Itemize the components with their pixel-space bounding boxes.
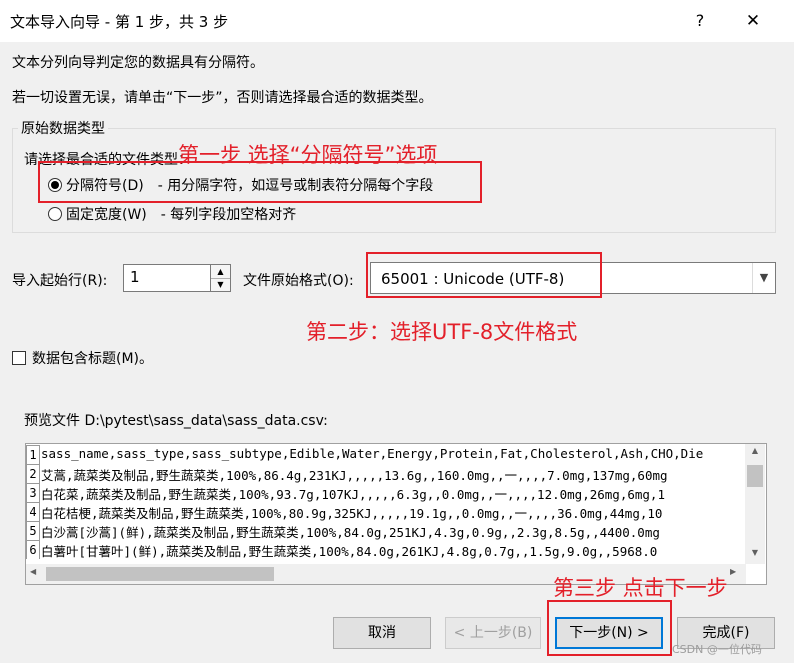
help-icon[interactable]: ? <box>685 9 715 33</box>
row-number: 4 <box>26 502 40 521</box>
radio-description: - 每列字段加空格对齐 <box>160 207 297 223</box>
start-row-label: 导入起始行(R): <box>12 273 108 289</box>
radio-fixed-width[interactable]: 固定宽度(W) - 每列字段加空格对齐 <box>48 204 296 224</box>
headers-checkbox[interactable] <box>12 351 26 365</box>
close-icon[interactable]: ✕ <box>738 9 768 33</box>
vertical-scroll-thumb[interactable] <box>747 465 763 487</box>
spin-up-icon[interactable]: ▲ <box>211 265 230 279</box>
spin-down-icon[interactable]: ▼ <box>211 278 230 291</box>
watermark: CSDN @一位代码 <box>672 643 762 656</box>
chevron-down-icon[interactable]: ▼ <box>752 263 775 293</box>
scroll-down-icon[interactable]: ▼ <box>745 548 765 557</box>
preview-row: 3 白花菜,蔬菜类及制品,野生蔬菜类,100%,93.7g,107KJ,,,,,… <box>26 483 746 502</box>
group-legend: 原始数据类型 <box>18 118 108 138</box>
row-text: sass_name,sass_type,sass_subtype,Edible,… <box>41 446 704 461</box>
scroll-up-icon[interactable]: ▲ <box>745 446 765 455</box>
row-text: 白薯叶[甘薯叶](鲜),蔬菜类及制品,野生蔬菜类,100%,84.0g,261K… <box>41 544 658 559</box>
vertical-scrollbar[interactable]: ▲ ▼ <box>745 444 765 564</box>
preview-row: 6 白薯叶[甘薯叶](鲜),蔬菜类及制品,野生蔬菜类,100%,84.0g,26… <box>26 540 746 559</box>
row-text: 白花菜,蔬菜类及制品,野生蔬菜类,100%,93.7g,107KJ,,,,,6.… <box>41 487 665 502</box>
row-number: 1 <box>26 445 40 464</box>
row-text: 艾蒿,蔬菜类及制品,野生蔬菜类,100%,86.4g,231KJ,,,,,13.… <box>41 468 668 483</box>
title-bar: 文本导入向导 - 第 1 步，共 3 步 ? ✕ <box>0 0 794 42</box>
headers-checkbox-label: 数据包含标题(M)。 <box>32 351 154 367</box>
headers-checkbox-row[interactable]: 数据包含标题(M)。 <box>12 348 153 368</box>
row-text: 白花桔梗,蔬菜类及制品,野生蔬菜类,100%,80.9g,325KJ,,,,,1… <box>41 506 663 521</box>
file-origin-label: 文件原始格式(O): <box>243 273 354 289</box>
preview-row: 1 sass_name,sass_type,sass_subtype,Edibl… <box>26 445 746 464</box>
row-number: 2 <box>26 464 40 483</box>
annotation-step3: 第三步 点击下一步 <box>553 576 728 600</box>
radio-label: 固定宽度(W) <box>66 207 147 223</box>
scroll-left-icon[interactable]: ◀ <box>30 567 36 576</box>
window-title: 文本导入向导 - 第 1 步，共 3 步 <box>10 13 229 31</box>
row-text: 白沙蒿[沙蒿](鲜),蔬菜类及制品,野生蔬菜类,100%,84.0g,251KJ… <box>41 525 660 540</box>
cancel-button[interactable]: 取消 <box>333 617 431 649</box>
annotation-box-step2 <box>366 252 602 298</box>
preview-row: 4 白花桔梗,蔬菜类及制品,野生蔬菜类,100%,80.9g,325KJ,,,,… <box>26 502 746 521</box>
intro-text-1: 文本分列向导判定您的数据具有分隔符。 <box>12 55 264 71</box>
start-row-input[interactable]: 1 <box>123 264 211 292</box>
annotation-step1: 第一步 选择“分隔符号”选项 <box>178 143 438 167</box>
start-row-spinner[interactable]: ▲ ▼ <box>211 264 231 292</box>
preview-box[interactable]: 1 sass_name,sass_type,sass_subtype,Edibl… <box>25 443 767 585</box>
horizontal-scroll-thumb[interactable] <box>46 567 274 581</box>
intro-text-2: 若一切设置无误，请单击“下一步”，否则请选择最合适的数据类型。 <box>12 90 433 106</box>
scroll-right-icon[interactable]: ▶ <box>730 567 736 576</box>
annotation-box-step3 <box>547 600 672 656</box>
text-import-wizard-dialog: 文本导入向导 - 第 1 步，共 3 步 ? ✕ 文本分列向导判定您的数据具有分… <box>0 0 794 663</box>
back-button[interactable]: < 上一步(B) <box>445 617 541 649</box>
preview-row: 5 白沙蒿[沙蒿](鲜),蔬菜类及制品,野生蔬菜类,100%,84.0g,251… <box>26 521 746 540</box>
row-number: 6 <box>26 540 40 559</box>
preview-label: 预览文件 D:\pytest\sass_data\sass_data.csv: <box>24 413 328 429</box>
annotation-step2: 第二步：选择UTF-8文件格式 <box>306 320 578 344</box>
row-number: 3 <box>26 483 40 502</box>
radio-button[interactable] <box>48 207 62 221</box>
row-number: 5 <box>26 521 40 540</box>
preview-row: 2 艾蒿,蔬菜类及制品,野生蔬菜类,100%,86.4g,231KJ,,,,,1… <box>26 464 746 483</box>
